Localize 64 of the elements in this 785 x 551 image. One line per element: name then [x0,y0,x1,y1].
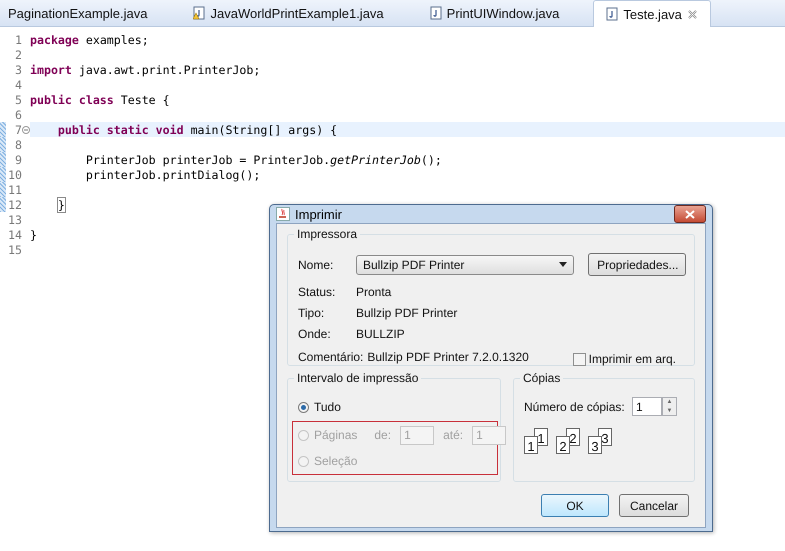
line-number: 11 [7,182,22,196]
line-number: 9 [14,152,22,166]
collapse-icon[interactable] [22,126,30,134]
info-label: Onde: [298,326,332,342]
copies-field[interactable]: 1 [632,397,662,416]
field-label: Nome: [298,256,334,272]
code-line: public static void main(String[] args) { [56,122,338,136]
code-line: } [56,198,65,212]
info-label: Status: [298,284,336,300]
editor-tab[interactable]: PrintUIWindow.java [418,0,572,26]
line-number: 3 [14,62,22,76]
field-label: de: [374,427,392,443]
line-number: 2 [14,48,22,62]
info-value: Bullzip PDF Printer [356,306,458,320]
ok-button[interactable]: OK [541,494,609,517]
code-line: package examples; [30,32,149,46]
close-icon[interactable] [686,8,698,20]
line-number: 7 [14,122,22,136]
checkbox-label: Imprimir em arq. [588,351,676,367]
radio-button[interactable] [298,402,309,412]
line-number: 8 [14,138,22,152]
dropdown-arrow-icon [559,262,568,267]
line-number: 10 [7,168,22,182]
line-number: 13 [7,212,22,226]
line-number: 5 [14,92,22,106]
info-label: Tipo: [298,305,326,321]
editor-tab[interactable]: Teste.java [593,0,711,27]
field-label: Número de cópias: [524,398,626,414]
line-number: 12 [7,198,22,212]
info-value: Bullzip PDF Printer 7.2.0.1320 [367,350,529,364]
print-to-file-checkbox[interactable] [572,352,586,366]
info-label: Comentário: [298,349,364,365]
java-file-warning-icon [193,6,206,20]
code-line: PrinterJob printerJob = PrinterJob.getPrinterJob(); [84,152,442,166]
code-line: printerJob.printDialog(); [84,168,260,182]
radio-label: Páginas [314,427,358,443]
code-line: import java.awt.print.PrinterJob; [30,62,260,76]
dialog-title: Imprimir [295,206,343,222]
info-value: BULLZIP [356,327,405,341]
properties-button[interactable]: Propriedades... [588,253,686,276]
info-value: Pronta [356,285,392,299]
field-label: até: [443,427,464,443]
collate-drawing: 1 1 2 2 3 3 [524,428,686,456]
code-line: } [30,228,37,242]
close-icon [685,210,695,218]
line-number: 6 [14,108,22,122]
line-number: 4 [14,78,22,92]
group-title: Impressora [294,227,360,241]
editor-tab[interactable]: PaginationExample.java [0,0,160,26]
editor-tab[interactable]: JavaWorldPrintExample1.java [181,0,396,26]
java-file-icon [606,7,618,21]
cancel-button[interactable]: Cancelar [619,494,689,517]
line-number: 14 [7,228,22,242]
line-number: 1 [14,32,22,46]
radio-label: Tudo [314,399,341,415]
group-title: Intervalo de impressão [294,371,422,385]
java-file-icon [430,6,442,20]
printer-dropdown[interactable]: Bullzip PDF Printer [356,254,574,274]
java-cup-icon [276,207,290,221]
group-title: Cópias [520,371,564,385]
radio-label: Seleção [314,453,358,469]
close-button[interactable] [674,205,706,223]
line-number: 15 [7,242,22,256]
code-line: public class Teste { [30,92,170,106]
